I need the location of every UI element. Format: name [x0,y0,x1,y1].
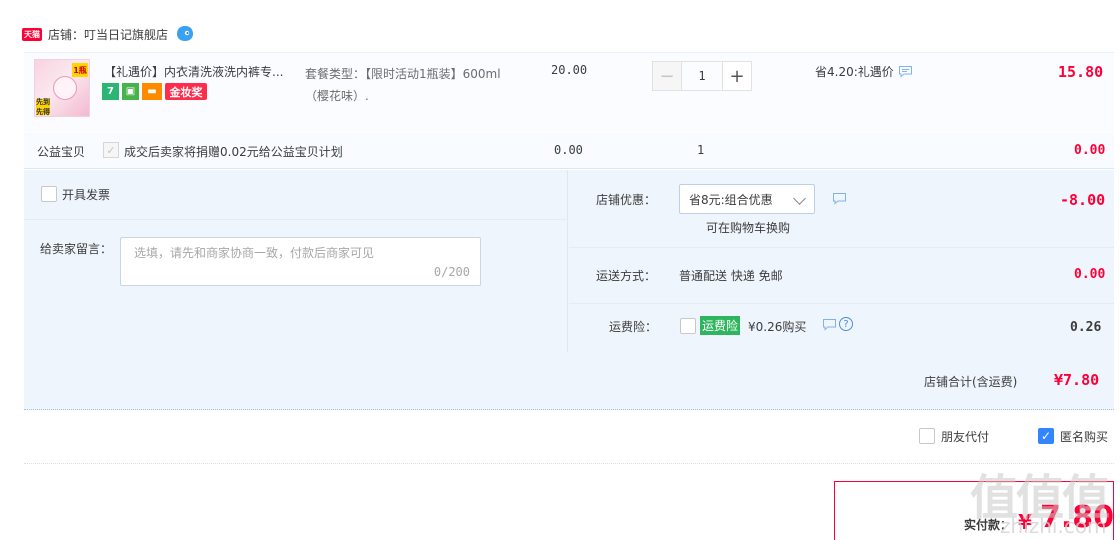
coupon-note: 可在购物车换购 [706,221,791,235]
invoice-label: 开具发票 [62,188,111,202]
message-placeholder: 选填，请先和商家协商一致，付款后商家可见 [134,246,375,260]
product-thumbnail[interactable]: 1瓶 先到先得 [34,59,90,117]
watermark-url: zhizhi.com [1000,514,1107,538]
charity-text: 成交后卖家将捐赠0.02元给公益宝贝计划 [124,145,343,159]
charity-qty: 1 [697,143,705,157]
friend-pay-label: 朋友代付 [941,430,990,444]
payment-options-row: 朋友代付 ✓ 匿名购买 [24,416,1114,464]
coupon-label: 店铺优惠： [596,193,657,207]
invoice-checkbox[interactable] [41,186,57,202]
order-item-row: 1瓶 先到先得 【礼遇价】内衣清洗液洗内裤专... 7 ▣ ▬ 金妆奖 套餐类型… [24,52,1114,132]
sku-info: 套餐类型：【限时活动1瓶装】600ml（樱花味）. [305,67,501,103]
friend-pay-checkbox[interactable] [919,428,935,444]
guarantee-icon: ▣ [122,83,139,100]
insurance-amount: 0.26 [1070,320,1102,335]
invoice-row: 开具发票 [24,170,568,220]
help-icon[interactable]: ? [839,317,853,331]
insurance-price-text: ¥0.26购买 [748,320,807,334]
award-badge: 金妆奖 [165,83,207,100]
wangwang-chat-icon[interactable] [175,25,195,43]
thumb-tag: 1瓶 [72,63,88,77]
anonymous-checkbox[interactable]: ✓ [1038,428,1054,444]
shipping-row: 运送方式： 普通配送 快递 免邮 0.00 [569,248,1114,304]
order-options-panel: 开具发票 给卖家留言： 选填，请先和商家协商一致，付款后商家可见 0/200 店… [24,170,1114,410]
tmall-icon: 天猫 [22,27,42,41]
anonymous-label: 匿名购买 [1060,430,1109,444]
buyer-options: 开具发票 给卖家留言： 选填，请先和商家协商一致，付款后商家可见 0/200 [24,170,568,352]
charity-price: 0.00 [554,143,583,157]
coupon-amount: -8.00 [1060,191,1106,209]
seller-message-input[interactable]: 选填，请先和商家协商一致，付款后商家可见 0/200 [120,237,481,286]
charity-label: 公益宝贝 [37,145,86,159]
quantity-input[interactable]: 1 [682,61,722,91]
item-subtotal: 15.80 [1058,63,1104,81]
shipping-amount: 0.00 [1074,267,1106,282]
decrease-qty-button[interactable]: − [652,61,682,91]
shop-total-label: 店铺合计(含运费) [924,375,1018,389]
credit-card-icon: ▬ [142,83,162,100]
comment-icon[interactable] [822,318,837,331]
shop-total-amount: ¥7.80 [1054,371,1100,389]
thumb-tag-corner: 先到先得 [36,98,50,116]
charity-row: 公益宝贝 ✓ 成交后卖家将捐赠0.02元给公益宝贝计划 0.00 1 0.00 [24,133,1114,169]
shop-coupon-row: 店铺优惠： 省8元:组合优惠 可在购物车换购 -8.00 [569,170,1114,248]
promo-text: 省4.20:礼遇价 [815,65,894,79]
message-label: 给卖家留言： [40,242,113,256]
shop-header: 天猫 店铺：叮当日记旗舰店 [22,22,195,46]
unit-price: 20.00 [551,63,588,77]
charity-subtotal: 0.00 [1074,143,1106,158]
chevron-down-icon [793,192,806,205]
comment-icon[interactable] [832,192,847,205]
coupon-selected-value: 省8元:组合优惠 [689,192,773,207]
product-bottle-graphic [53,76,77,100]
insurance-label: 运费险： [609,320,658,334]
shipping-label: 运送方式： [596,269,657,283]
product-badges: 7 ▣ ▬ 金妆奖 [102,83,207,100]
message-char-count: 0/200 [433,265,470,279]
insurance-icons: ? [822,317,853,331]
comment-icon[interactable] [898,65,913,78]
insurance-checkbox[interactable] [680,318,696,334]
quantity-stepper: − 1 + [652,61,752,91]
insurance-badge: 运费险 [700,316,741,335]
shipping-method: 普通配送 快递 免邮 [679,269,783,283]
charity-checkbox: ✓ [103,142,119,158]
seven-day-return-icon: 7 [102,83,119,100]
increase-qty-button[interactable]: + [722,61,752,91]
coupon-select[interactable]: 省8元:组合优惠 [679,184,815,214]
shop-name-link[interactable]: 店铺：叮当日记旗舰店 [48,26,168,43]
promo-info: 省4.20:礼遇价 [815,63,913,80]
product-title-link[interactable]: 【礼遇价】内衣清洗液洗内裤专... [104,63,300,80]
shipping-insurance-row: 运费险： 运费险 ¥0.26购买 ? 0.26 [569,304,1114,352]
